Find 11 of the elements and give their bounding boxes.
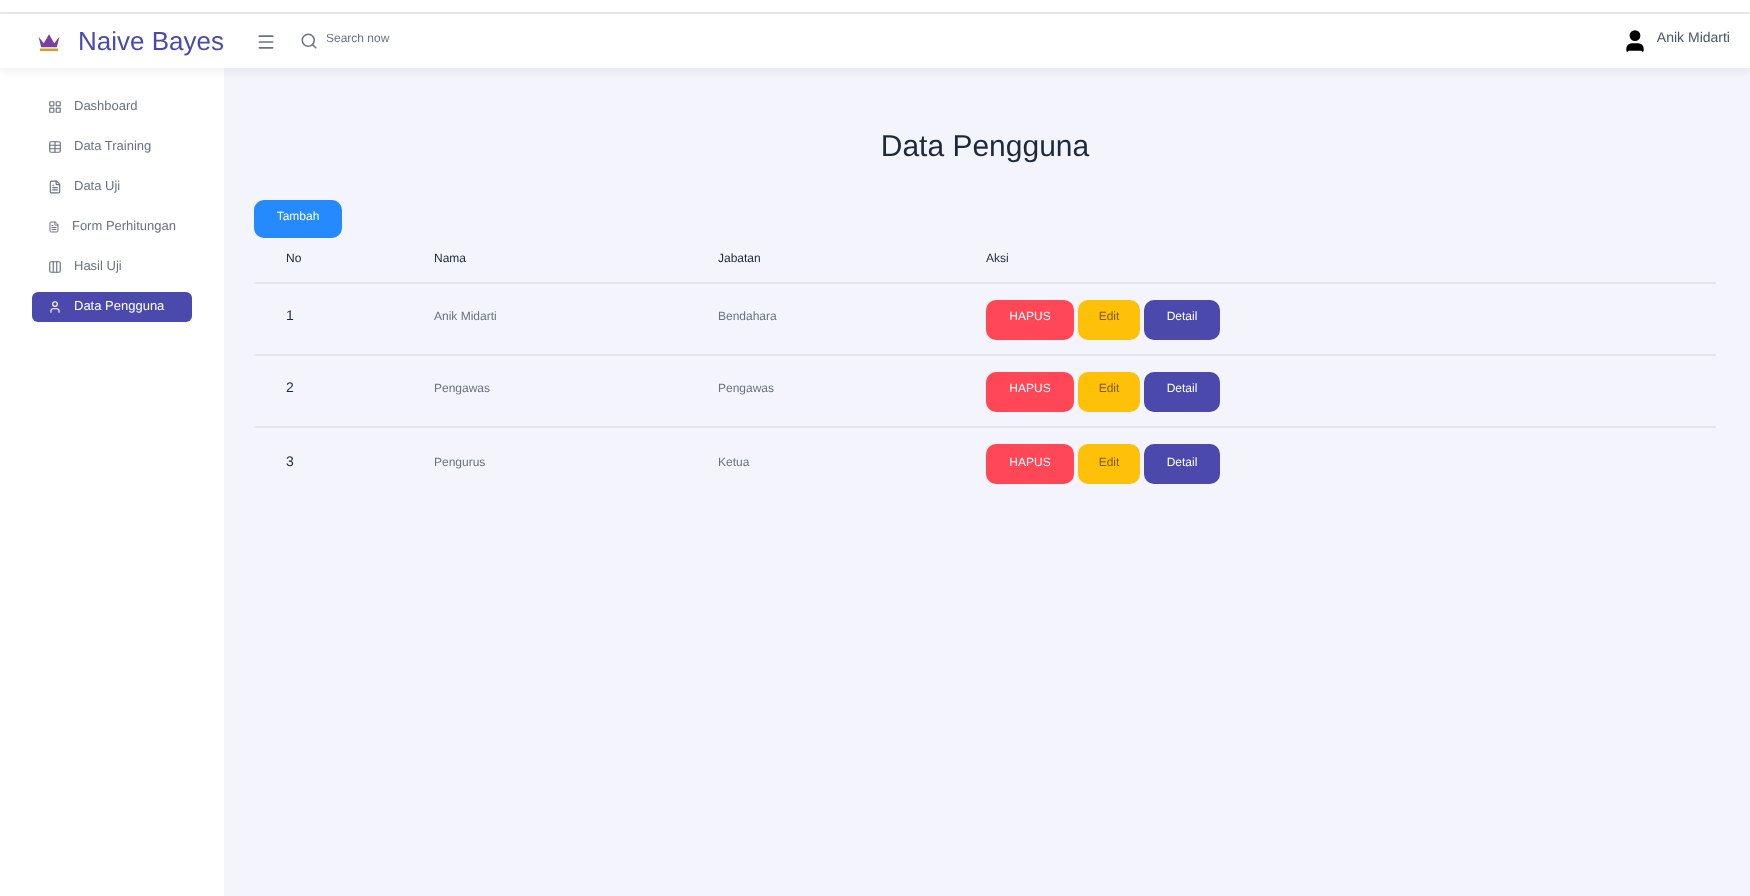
user-icon — [48, 300, 62, 314]
brand-name: Naive Bayes — [78, 23, 224, 60]
user-icon[interactable] — [1622, 28, 1649, 54]
document-icon — [48, 180, 62, 194]
grid-icon — [48, 100, 62, 114]
search-icon[interactable] — [300, 32, 318, 50]
page-title: Data Pengguna — [878, 128, 1092, 168]
table-icon — [48, 140, 62, 154]
columns-icon — [48, 260, 62, 274]
menu-icon[interactable] — [256, 31, 276, 51]
document-icon — [48, 220, 60, 234]
